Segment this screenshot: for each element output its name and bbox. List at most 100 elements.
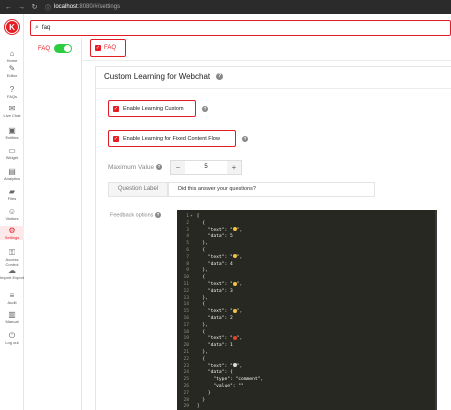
browser-toolbar: ← → ↻ ⓘ localhost:8080/#/settings bbox=[0, 0, 451, 14]
code-text: ", bbox=[236, 227, 243, 233]
checkbox-icon: ✓ bbox=[113, 105, 119, 112]
question-label-addon: Question Label bbox=[108, 182, 168, 197]
code-text: }, bbox=[196, 350, 208, 355]
info-icon[interactable]: ⓘ bbox=[45, 3, 51, 12]
sidebar-item-import-export[interactable]: ☁ Import Export bbox=[0, 266, 24, 280]
search-input[interactable]: faq bbox=[42, 25, 50, 31]
sidebar-item-entities[interactable]: ▣ Entities bbox=[0, 126, 24, 140]
code-text: ] bbox=[196, 404, 200, 410]
code-text: "text": " bbox=[196, 227, 233, 233]
sidebar-item-label: Widget bbox=[5, 155, 19, 160]
enable-learning-custom-checkbox[interactable]: ✓ Enable Learning Custom bbox=[108, 100, 196, 117]
panel-title: Custom Learning for Webchat ? bbox=[104, 72, 224, 81]
checkbox-icon: ✓ bbox=[113, 135, 119, 142]
sidebar-item-label: Visitors bbox=[5, 216, 19, 221]
code-text: ", bbox=[236, 282, 243, 287]
faq-toggle[interactable] bbox=[54, 44, 73, 53]
sidebar-item-editor[interactable]: ✎ Editor bbox=[0, 64, 24, 78]
sidebar-item-live-chat[interactable]: ✉ Live Chat bbox=[0, 104, 24, 118]
code-text: } bbox=[196, 397, 206, 403]
help-icon[interactable]: ? bbox=[202, 106, 208, 112]
cube-icon: ▣ bbox=[8, 126, 16, 135]
line-number: 29 bbox=[183, 404, 189, 410]
code-text: }, bbox=[196, 241, 208, 247]
code-text: "data": 3 bbox=[196, 288, 233, 294]
home-icon: ⌂ bbox=[9, 49, 15, 58]
tab-faq[interactable]: ✓ FAQ bbox=[90, 39, 126, 57]
sidebar-item-label: Live Chat bbox=[3, 113, 21, 118]
code-text: ", bbox=[236, 309, 243, 315]
code-text: { bbox=[196, 220, 206, 226]
max-value-stepper[interactable]: − 5 + bbox=[170, 160, 242, 175]
sidebar-item-access-control[interactable]: ⚿ Access Control bbox=[0, 248, 24, 267]
code-text: }, bbox=[196, 268, 208, 274]
code-text: ", bbox=[236, 336, 243, 342]
chart-icon: ▤ bbox=[8, 167, 16, 176]
sidebar-item-label: Home bbox=[6, 58, 18, 63]
sidebar-item-settings[interactable]: ⚙ Settings bbox=[0, 226, 24, 240]
faq-label: FAQ bbox=[38, 45, 51, 52]
sidebar-item-widget[interactable]: ▭ Widget bbox=[0, 146, 24, 160]
folder-icon: ▰ bbox=[8, 187, 16, 196]
address-bar[interactable]: localhost:8080/#/settings bbox=[54, 4, 120, 10]
code-text: }, bbox=[196, 322, 208, 328]
help-icon[interactable]: ? bbox=[154, 212, 161, 218]
code-text: { bbox=[196, 329, 206, 335]
code-text: "text": " bbox=[196, 363, 233, 369]
enable-learning-fixed-checkbox[interactable]: ✓ Enable Learning for Fixed Content Flow bbox=[108, 130, 236, 147]
question-label-input[interactable]: Did this answer your questions? bbox=[168, 182, 375, 197]
search-icon: ⌕ bbox=[35, 24, 39, 31]
sidebar-item-manual[interactable]: ▥ Manual bbox=[0, 310, 24, 324]
chat-icon: ✉ bbox=[8, 104, 16, 113]
code-text: "text": " bbox=[196, 336, 233, 342]
panel-title-text: Custom Learning for Webchat bbox=[104, 72, 211, 81]
help-icon[interactable]: ? bbox=[242, 136, 248, 142]
back-icon[interactable]: ← bbox=[4, 4, 13, 11]
code-text: "text": " bbox=[196, 282, 233, 287]
code-text: "text": " bbox=[196, 309, 233, 315]
forward-icon[interactable]: → bbox=[17, 4, 26, 11]
question-icon: ? bbox=[9, 85, 15, 94]
code-text: "data": 4 bbox=[196, 261, 233, 267]
app-logo[interactable]: K bbox=[5, 20, 19, 34]
reload-icon[interactable]: ↻ bbox=[30, 3, 39, 11]
sidebar-item-home[interactable]: ⌂ Home bbox=[0, 49, 24, 63]
code-text: "value": "" bbox=[196, 384, 244, 389]
cloud-icon: ☁ bbox=[8, 266, 16, 275]
code-text: { bbox=[196, 248, 206, 253]
search-bar[interactable]: ⌕ faq bbox=[30, 20, 451, 36]
list-icon: ≡ bbox=[9, 291, 15, 300]
sidebar-item-files[interactable]: ▰ Files bbox=[0, 187, 24, 201]
sidebar-item-faqs[interactable]: ? FAQs bbox=[0, 85, 24, 99]
help-icon[interactable]: ? bbox=[216, 73, 224, 80]
user-icon: ☺ bbox=[7, 207, 17, 216]
sidebar-item-label: Analytics bbox=[3, 176, 20, 181]
code-text: }, bbox=[196, 295, 208, 301]
help-icon[interactable]: ? bbox=[155, 164, 162, 171]
sidebar-item-label: Entities bbox=[5, 135, 19, 140]
max-value-label-text: Maximum Value bbox=[108, 164, 155, 171]
code-text: } bbox=[196, 390, 211, 396]
feedback-options-label: Feedback options ? bbox=[110, 212, 161, 218]
sidebar-item-analytics[interactable]: ▤ Analytics bbox=[0, 167, 24, 181]
max-value-input[interactable]: 5 bbox=[185, 161, 227, 174]
sidebar-item-label: Manual bbox=[5, 319, 19, 324]
sidebar-item-label: Log out bbox=[5, 340, 19, 345]
monitor-icon: ▭ bbox=[8, 146, 16, 155]
feedback-json-editor[interactable]: 1▾ [2 {3 "text": " ", 4 "data": 55 }, 6 {7 … bbox=[177, 210, 437, 410]
tab-faq-label: FAQ bbox=[104, 45, 117, 51]
increment-button[interactable]: + bbox=[227, 161, 241, 174]
pencil-icon: ✎ bbox=[8, 64, 16, 73]
url-host: localhost bbox=[54, 4, 78, 10]
decrement-button[interactable]: − bbox=[171, 161, 185, 174]
enable-learning-fixed-label: Enable Learning for Fixed Content Flow bbox=[123, 135, 220, 142]
code-text: ", bbox=[236, 254, 243, 260]
sidebar-item-label: Files bbox=[7, 196, 17, 201]
code-text: "data": 2 bbox=[196, 316, 233, 321]
code-text: "text": " bbox=[196, 254, 233, 260]
sidebar-item-visitors[interactable]: ☺ Visitors bbox=[0, 207, 24, 221]
sidebar-item-audit[interactable]: ≡ Audit bbox=[0, 291, 24, 305]
editor-scrollbar[interactable] bbox=[435, 210, 437, 410]
gear-icon: ⚙ bbox=[8, 226, 16, 235]
sidebar-item-log-out[interactable]: ⏻ Log out bbox=[0, 331, 24, 345]
